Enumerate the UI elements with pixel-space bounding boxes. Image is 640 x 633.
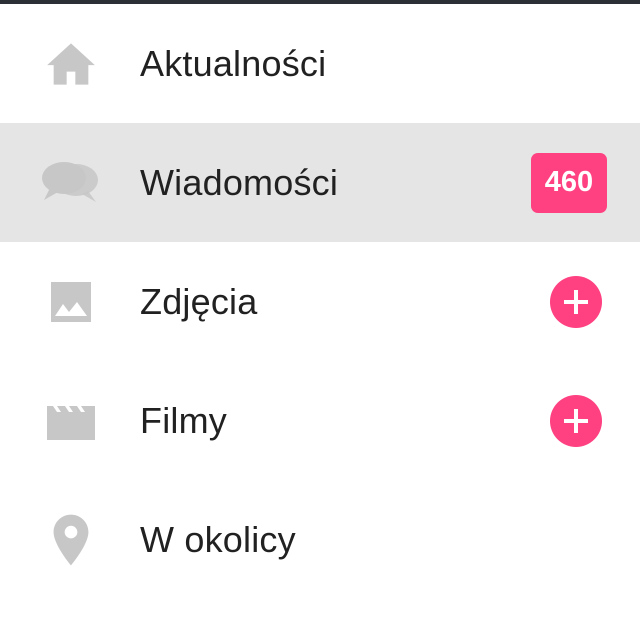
menu-item-wiadomosci[interactable]: Wiadomości 460 bbox=[0, 123, 640, 242]
menu-item-label: Filmy bbox=[140, 399, 227, 441]
menu-item-zdjecia[interactable]: Zdjęcia bbox=[0, 242, 640, 361]
menu-item-aktualnosci[interactable]: Aktualności bbox=[0, 4, 640, 123]
menu-item-label: W okolicy bbox=[140, 518, 296, 560]
menu-item-label: Zdjęcia bbox=[140, 280, 258, 322]
add-video-button[interactable] bbox=[550, 394, 602, 447]
menu-item-label: Aktualności bbox=[140, 42, 327, 84]
home-icon bbox=[40, 33, 102, 95]
add-photo-button[interactable] bbox=[550, 275, 602, 328]
menu-item-label: Wiadomości bbox=[140, 161, 339, 203]
add-icon bbox=[564, 408, 588, 433]
unread-count-badge: 460 bbox=[531, 152, 607, 213]
menu-item-filmy[interactable]: Filmy bbox=[0, 361, 640, 480]
film-icon bbox=[40, 390, 102, 452]
add-icon bbox=[564, 289, 588, 314]
navigation-menu: Aktualności Wiadomości 460 Zdjęcia Filmy… bbox=[0, 4, 640, 633]
location-pin-icon bbox=[40, 509, 102, 571]
menu-item-w-okolicy[interactable]: W okolicy bbox=[0, 480, 640, 599]
image-icon bbox=[40, 271, 102, 333]
chat-icon bbox=[40, 152, 102, 214]
